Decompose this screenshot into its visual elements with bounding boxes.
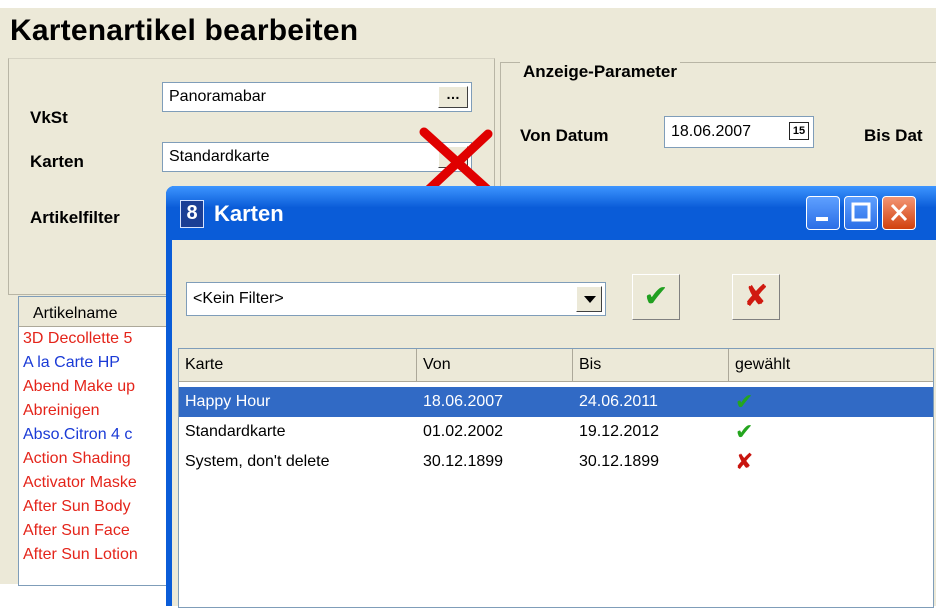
list-item[interactable]: Activator Maske bbox=[19, 471, 171, 495]
cell-bis: 19.12.2012 bbox=[579, 423, 660, 440]
list-item[interactable]: A la Carte HP bbox=[19, 351, 171, 375]
chevron-down-icon[interactable] bbox=[576, 286, 602, 312]
karten-value: Standardkarte bbox=[169, 148, 270, 165]
maximize-icon bbox=[851, 202, 871, 222]
cell-von: 01.02.2002 bbox=[423, 423, 504, 440]
dialog-body: <Kein Filter> ✔ ✘ Karte Von Bis gewählt … bbox=[172, 240, 936, 608]
dialog-title: Karten bbox=[214, 201, 284, 226]
vkst-value: Panoramabar bbox=[169, 88, 266, 105]
close-icon bbox=[890, 203, 908, 222]
list-item[interactable]: After Sun Lotion bbox=[19, 543, 171, 567]
vkst-lookup-button[interactable]: … bbox=[438, 86, 468, 108]
von-datum-field[interactable]: 18.06.2007 15 bbox=[664, 116, 814, 148]
von-datum-label: Von Datum bbox=[520, 126, 609, 145]
calendar-icon[interactable]: 15 bbox=[789, 122, 809, 140]
cell-bis: 30.12.1899 bbox=[579, 453, 660, 470]
von-datum-value: 18.06.2007 bbox=[671, 123, 752, 140]
vkst-field[interactable]: Panoramabar … bbox=[162, 82, 472, 112]
close-button[interactable] bbox=[882, 196, 916, 230]
table-row[interactable]: System, don't delete 30.12.1899 30.12.1899… bbox=[179, 447, 933, 477]
list-item[interactable]: Abso.Citron 4 c bbox=[19, 423, 171, 447]
cancel-button[interactable]: ✘ bbox=[732, 274, 780, 320]
column-header-karte[interactable]: Karte bbox=[179, 349, 417, 381]
table-row[interactable]: Standardkarte 01.02.2002 19.12.2012 ✔ bbox=[179, 417, 933, 447]
list-item[interactable]: Abend Make up bbox=[19, 375, 171, 399]
list-item[interactable]: Abreinigen bbox=[19, 399, 171, 423]
cross-icon: ✘ bbox=[735, 449, 754, 474]
cell-karte: Standardkarte bbox=[185, 423, 286, 440]
cell-karte: Happy Hour bbox=[185, 393, 271, 410]
anzeige-parameter-legend: Anzeige-Parameter bbox=[520, 62, 681, 82]
dialog-titlebar[interactable]: 8 Karten bbox=[166, 186, 936, 240]
list-item[interactable]: 3D Decollette 5 bbox=[19, 327, 171, 351]
check-icon: ✔ bbox=[735, 419, 754, 444]
cell-karte: System, don't delete bbox=[185, 453, 330, 470]
karten-grid[interactable]: Karte Von Bis gewählt Happy Hour 18.06.20… bbox=[178, 348, 934, 608]
artikelname-column-header[interactable]: Artikelname bbox=[19, 297, 171, 327]
list-item[interactable]: After Sun Face bbox=[19, 519, 171, 543]
column-header-bis[interactable]: Bis bbox=[573, 349, 729, 381]
grid-header: Karte Von Bis gewählt bbox=[179, 349, 933, 382]
vkst-label: VkSt bbox=[30, 108, 68, 127]
filter-value: <Kein Filter> bbox=[193, 290, 284, 307]
cell-von: 30.12.1899 bbox=[423, 453, 504, 470]
bis-datum-label: Bis Dat bbox=[864, 126, 923, 145]
artikel-list[interactable]: Artikelname 3D Decollette 5A la Carte HP… bbox=[18, 296, 172, 586]
filter-select[interactable]: <Kein Filter> bbox=[186, 282, 606, 316]
artikelfilter-label: Artikelfilter bbox=[30, 208, 120, 227]
minimize-button[interactable] bbox=[806, 196, 840, 230]
list-item[interactable]: Action Shading bbox=[19, 447, 171, 471]
cell-von: 18.06.2007 bbox=[423, 393, 504, 410]
cell-bis: 24.06.2011 bbox=[579, 393, 658, 410]
karten-dialog: 8 Karten <Kein Filter> ✔ ✘ Karte Von Bis… bbox=[166, 186, 936, 608]
artikel-rows: 3D Decollette 5A la Carte HP Abend Make u… bbox=[19, 327, 171, 567]
page-title: Kartenartikel bearbeiten bbox=[10, 14, 359, 47]
confirm-button[interactable]: ✔ bbox=[632, 274, 680, 320]
app-icon: 8 bbox=[180, 200, 204, 228]
maximize-button[interactable] bbox=[844, 196, 878, 230]
column-header-von[interactable]: Von bbox=[417, 349, 573, 381]
minimize-icon bbox=[816, 217, 828, 221]
list-item[interactable]: After Sun Body bbox=[19, 495, 171, 519]
karten-label: Karten bbox=[30, 152, 84, 171]
check-icon: ✔ bbox=[735, 389, 754, 414]
table-row[interactable]: Happy Hour 18.06.2007 24.06.2011 ✔ bbox=[179, 387, 933, 417]
column-header-gewaehlt[interactable]: gewählt bbox=[729, 349, 929, 381]
